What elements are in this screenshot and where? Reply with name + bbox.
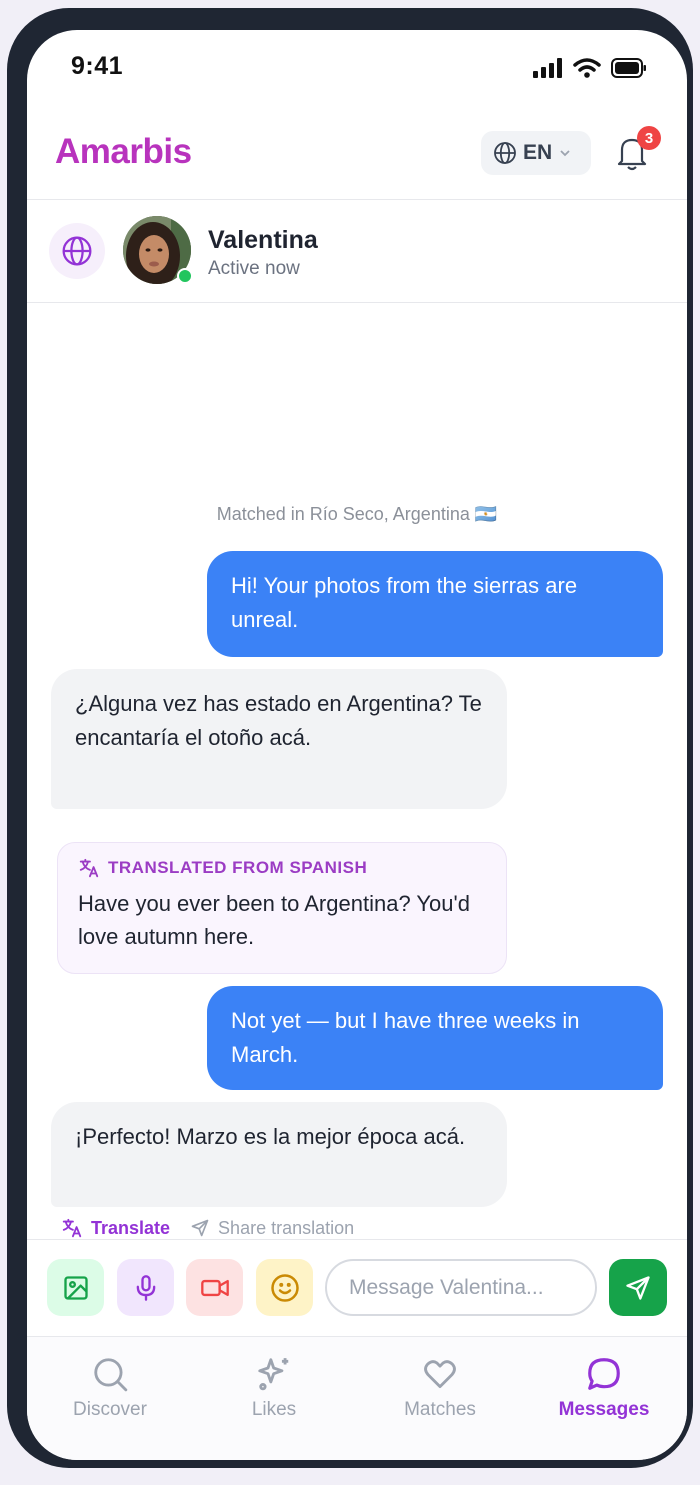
emoji-button[interactable]	[256, 1259, 313, 1316]
message-list[interactable]: Matched in Río Seco, Argentina 🇦🇷 Hi! Yo…	[27, 304, 687, 1239]
nav-label: Messages	[558, 1399, 650, 1420]
wifi-icon	[573, 58, 601, 78]
chevron-down-icon	[560, 150, 570, 157]
video-call-button[interactable]	[186, 1259, 243, 1316]
notifications-button[interactable]: 3	[615, 126, 661, 178]
chat-bubble-icon	[588, 1358, 620, 1390]
attach-photo-button[interactable]	[47, 1259, 104, 1316]
globe-icon	[494, 142, 516, 164]
globe-icon	[62, 236, 92, 266]
status-time: 9:41	[71, 52, 124, 80]
message-bubble-outgoing[interactable]: Not yet — but I have three weeks in Marc…	[207, 986, 663, 1090]
app-header: Amarbis EN 3	[27, 110, 687, 200]
message-composer	[27, 1239, 687, 1337]
language-code: EN	[523, 141, 553, 164]
chat-header: Valentina Active now	[27, 200, 687, 303]
nav-item-discover[interactable]: Discover	[45, 1355, 175, 1421]
microphone-icon	[136, 1274, 155, 1301]
nav-label: Likes	[251, 1399, 297, 1420]
nav-item-messages[interactable]: Messages	[539, 1355, 669, 1421]
cellular-signal-icon	[533, 58, 562, 78]
bottom-navigation: Discover Likes Matches Messages	[27, 1337, 687, 1460]
nav-item-likes[interactable]: Likes	[209, 1355, 339, 1421]
translate-icon	[79, 858, 99, 878]
battery-icon	[611, 58, 646, 78]
sparkles-icon	[258, 1358, 289, 1391]
contact-status: Active now	[208, 258, 300, 279]
contact-name[interactable]: Valentina	[208, 226, 318, 255]
smiley-icon	[270, 1273, 299, 1302]
message-actions: Translate Share translation	[61, 1217, 354, 1239]
nav-label: Discover	[73, 1399, 147, 1420]
search-icon	[94, 1358, 128, 1392]
translate-toggle-button[interactable]	[49, 223, 105, 279]
translation-label-text: TRANSLATED FROM SPANISH	[108, 858, 368, 877]
brand-logo[interactable]: Amarbis	[55, 132, 192, 172]
status-icons	[533, 58, 647, 78]
video-camera-icon	[200, 1279, 229, 1296]
status-bar: 9:41	[27, 30, 687, 110]
translation-text: Have you ever been to Argentina? You'd l…	[78, 891, 470, 949]
send-icon	[626, 1275, 650, 1300]
send-button[interactable]	[609, 1259, 667, 1316]
image-icon	[63, 1275, 88, 1300]
phone-screen: 9:41 Amarbis EN 3 Valentina Active now M…	[27, 30, 687, 1460]
notification-badge: 3	[637, 126, 661, 150]
share-translation-label: Share translation	[218, 1217, 355, 1238]
translation-label: TRANSLATED FROM SPANISH	[78, 857, 486, 879]
online-status-dot	[177, 268, 193, 284]
match-location-note: Matched in Río Seco, Argentina 🇦🇷	[216, 504, 498, 524]
voice-message-button[interactable]	[117, 1259, 174, 1316]
share-translation-button[interactable]: Share translation	[190, 1218, 354, 1239]
translation-card: TRANSLATED FROM SPANISH Have you ever be…	[57, 842, 507, 974]
message-bubble-outgoing[interactable]: Hi! Your photos from the sierras are unr…	[207, 551, 663, 657]
language-selector[interactable]: EN	[481, 131, 591, 175]
send-icon	[191, 1219, 209, 1237]
translate-icon	[62, 1218, 82, 1238]
message-bubble-incoming[interactable]: ¿Alguna vez has estado en Argentina? Te …	[51, 669, 507, 809]
phone-frame: 9:41 Amarbis EN 3 Valentina Active now M…	[7, 8, 693, 1468]
message-input[interactable]	[325, 1259, 597, 1316]
heart-icon	[424, 1360, 456, 1389]
nav-label: Matches	[404, 1399, 476, 1420]
translate-button-label: Translate	[91, 1217, 171, 1238]
translate-button[interactable]: Translate	[61, 1217, 170, 1239]
nav-item-matches[interactable]: Matches	[375, 1355, 505, 1421]
message-bubble-incoming[interactable]: ¡Perfecto! Marzo es la mejor época acá.	[51, 1102, 507, 1207]
